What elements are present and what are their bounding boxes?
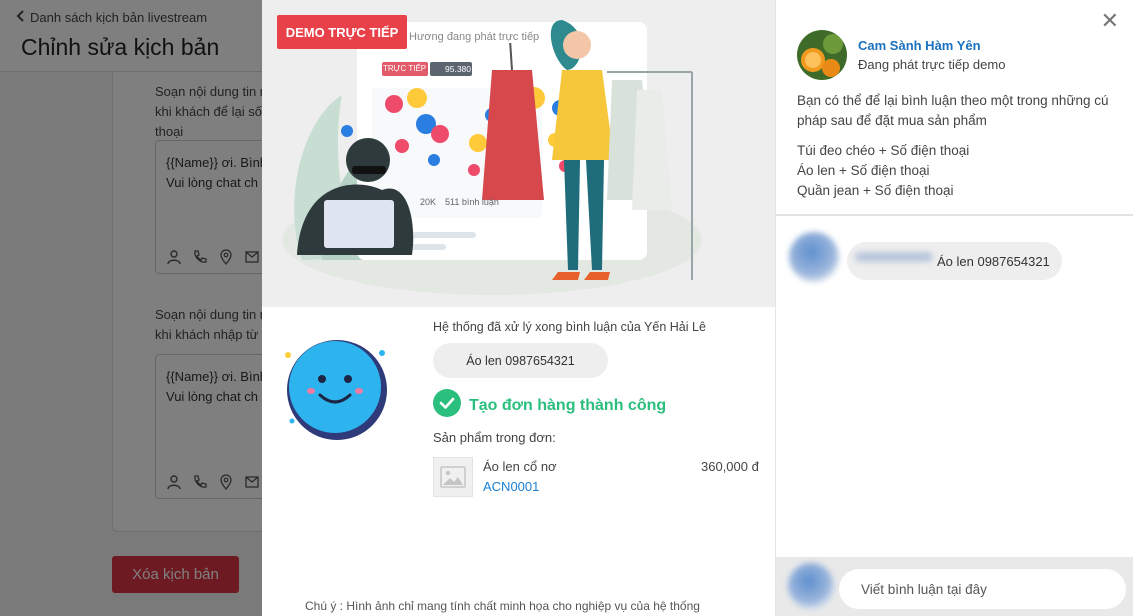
- live-tag: TRỰC TIẾP: [383, 64, 427, 73]
- smiley-bot-icon: [285, 340, 387, 440]
- syntax-item: Quần jean + Số điện thoại: [797, 183, 954, 198]
- order-instructions: Bạn có thể để lại bình luận theo một tro…: [797, 93, 1109, 128]
- close-icon[interactable]: ✕: [1101, 8, 1119, 34]
- demo-live-badge: DEMO TRỰC TIẾP: [277, 15, 407, 49]
- syntax-item: Áo len + Số điện thoại: [797, 163, 930, 178]
- stream-title-text: Hương đang phát trực tiếp: [409, 31, 540, 43]
- product-price: 360,000 đ: [701, 459, 759, 474]
- illustration-note: Chú ý : Hình ảnh chỉ mang tính chất minh…: [305, 599, 700, 613]
- product-name: Áo len cổ nơ: [483, 459, 557, 474]
- comment-composer: [776, 557, 1133, 616]
- stream-title: Hương đang phát trực tiếp: [409, 31, 540, 43]
- success-message: Tạo đơn hàng thành công: [469, 396, 667, 414]
- livestream-illustration: Hương đang phát trực tiếp TRỰC TIẾP 95.3…: [262, 0, 775, 307]
- divider: [776, 214, 1133, 216]
- comment-input[interactable]: [839, 569, 1126, 609]
- shop-name[interactable]: Cam Sành Hàm Yên: [858, 38, 981, 53]
- order-success: Tạo đơn hàng thành công: [433, 389, 666, 422]
- product-code-link[interactable]: ACN0001: [483, 479, 539, 494]
- syntax-item: Túi đeo chéo + Số điện thoại: [797, 143, 970, 158]
- reaction-count: 20K: [420, 197, 437, 207]
- processed-comment: Áo len 0987654321: [433, 343, 608, 378]
- syntax-list: Túi đeo chéo + Số điện thoại Áo len + Số…: [797, 141, 969, 201]
- live-status: Đang phát trực tiếp demo: [858, 57, 1006, 72]
- shop-avatar: [797, 30, 847, 80]
- viewer-count: 95.380: [445, 64, 471, 74]
- product-thumbnail: [433, 457, 473, 497]
- comment-text: Áo len 0987654321: [937, 253, 1050, 269]
- processing-status: Hệ thống đã xử lý xong bình luận của Yến…: [433, 320, 706, 334]
- bot-mascot: [282, 335, 392, 450]
- livestream-comment-panel: ✕ Cam Sành Hàm Yên Đang phát trực tiếp d…: [775, 0, 1133, 616]
- user-avatar: [788, 563, 834, 609]
- comment-count: 511 bình luận: [445, 197, 499, 207]
- comment-item: Áo len 0987654321: [787, 230, 1067, 292]
- commenter-avatar: [789, 232, 839, 282]
- check-circle-icon: [433, 389, 461, 422]
- live-demo-modal: Hương đang phát trực tiếp TRỰC TIẾP 95.3…: [262, 0, 1133, 616]
- commenter-name-blurred: [855, 252, 933, 262]
- order-products-label: Sản phẩm trong đơn:: [433, 430, 556, 445]
- order-processing-result: Hệ thống đã xử lý xong bình luận của Yến…: [262, 307, 775, 616]
- image-placeholder-icon: [440, 466, 466, 488]
